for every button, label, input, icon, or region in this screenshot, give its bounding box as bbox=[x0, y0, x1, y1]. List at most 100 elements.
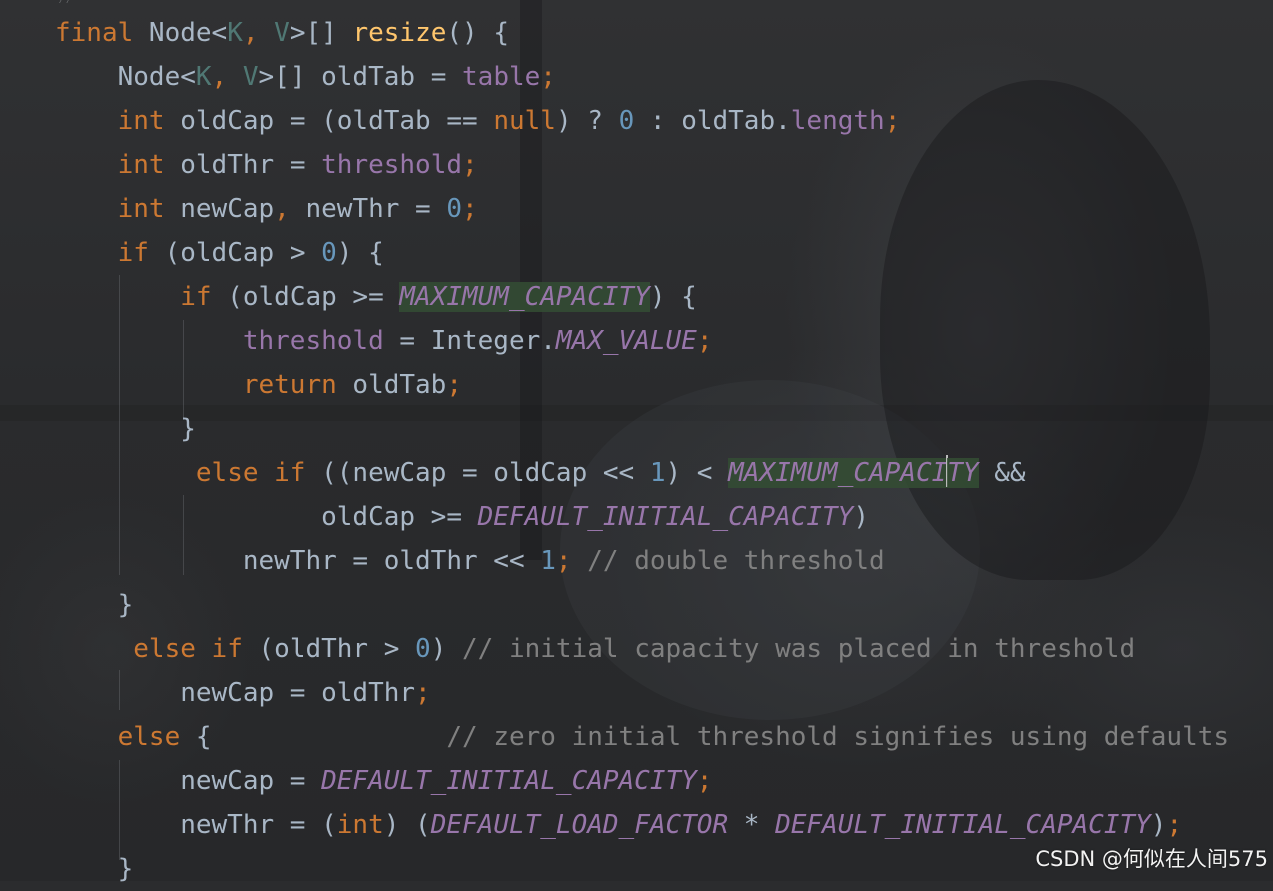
code-token: ; bbox=[462, 194, 478, 224]
code-token: 0 bbox=[321, 238, 337, 268]
code-token: if bbox=[117, 238, 149, 268]
code-token: int bbox=[336, 810, 384, 840]
code-line[interactable]: return oldTab; bbox=[55, 363, 462, 407]
code-token: ) < bbox=[665, 458, 729, 488]
code-token: else bbox=[117, 722, 181, 752]
code-token: MAXIMUM_CAPACI bbox=[728, 458, 948, 488]
code-token: ; bbox=[446, 370, 462, 400]
code-token: final bbox=[55, 18, 134, 48]
code-line[interactable]: oldCap >= DEFAULT_INITIAL_CAPACITY) bbox=[55, 495, 869, 539]
code-token: null bbox=[493, 106, 556, 136]
code-line[interactable]: else if (oldThr > 0) // initial capacity… bbox=[55, 627, 1135, 671]
code-token: ; bbox=[696, 326, 713, 356]
code-line[interactable]: Node<K, V>[] oldTab = table; bbox=[55, 55, 556, 99]
code-token: DEFAULT_LOAD_FACTOR bbox=[430, 810, 729, 840]
fold-marker-icon[interactable]: ⁄⁄ bbox=[58, 0, 80, 6]
code-token: ((newCap = oldCap << bbox=[305, 458, 650, 488]
code-line[interactable]: newCap = DEFAULT_INITIAL_CAPACITY; bbox=[55, 759, 712, 803]
csdn-watermark: CSDN @何似在人间575 bbox=[1035, 847, 1268, 871]
code-token: int bbox=[117, 106, 165, 136]
code-line[interactable]: if (oldCap >= MAXIMUM_CAPACITY) { bbox=[55, 275, 697, 319]
code-token: V bbox=[274, 18, 290, 48]
code-token: ; bbox=[415, 678, 431, 708]
code-token: DEFAULT_INITIAL_CAPACITY bbox=[321, 766, 697, 796]
code-token: newCap = bbox=[55, 766, 322, 796]
code-token: ; bbox=[555, 546, 588, 576]
code-token: , bbox=[242, 18, 275, 48]
code-line[interactable]: newThr = (int) (DEFAULT_LOAD_FACTOR * DE… bbox=[55, 803, 1182, 847]
code-token: Node< bbox=[133, 18, 228, 48]
code-token: , bbox=[211, 62, 243, 92]
code-token: length bbox=[790, 106, 885, 136]
code-line[interactable]: else if ((newCap = oldCap << 1) < MAXIMU… bbox=[55, 451, 1026, 495]
code-token: () { bbox=[446, 18, 509, 48]
code-token: // double threshold bbox=[587, 546, 885, 576]
code-token: ; bbox=[696, 766, 713, 796]
code-token: ) ? bbox=[555, 106, 619, 136]
code-token: { bbox=[180, 722, 447, 752]
code-token: newCap = oldThr bbox=[55, 678, 416, 708]
code-line[interactable]: } bbox=[55, 847, 134, 891]
code-line[interactable]: final Node<K, V>[] resize() { bbox=[55, 11, 509, 55]
code-token: 0 bbox=[446, 194, 463, 224]
code-line[interactable]: int oldCap = (oldTab == null) ? 0 : oldT… bbox=[55, 99, 901, 143]
code-token: } bbox=[55, 414, 196, 444]
code-token: if bbox=[180, 282, 212, 312]
code-token: int bbox=[117, 194, 165, 224]
code-line[interactable]: int oldThr = threshold; bbox=[55, 143, 478, 187]
code-line[interactable]: newCap = oldThr; bbox=[55, 671, 431, 715]
code-token: resize bbox=[352, 18, 447, 48]
code-token: (oldCap >= bbox=[211, 282, 400, 312]
code-token: ; bbox=[1166, 810, 1183, 840]
code-token: // initial capacity was placed in thresh… bbox=[462, 634, 1136, 664]
code-token: (oldCap > bbox=[148, 238, 322, 268]
code-token: else if bbox=[133, 634, 243, 664]
code-token: >[] oldTab = bbox=[258, 62, 463, 92]
code-token: oldCap >= bbox=[55, 502, 478, 532]
code-token: // zero initial threshold signifies usin… bbox=[446, 722, 1230, 752]
code-token: } bbox=[55, 590, 134, 620]
code-editor[interactable]: final Node<K, V>[] resize() { Node<K, V>… bbox=[0, 11, 1273, 884]
code-token: } bbox=[55, 854, 134, 884]
code-token: ) ( bbox=[383, 810, 431, 840]
code-token: ; bbox=[462, 150, 478, 180]
code-token: else if bbox=[195, 458, 306, 488]
code-token: 0 bbox=[415, 634, 431, 664]
code-token: : oldTab. bbox=[634, 106, 791, 136]
code-token: newThr = bbox=[289, 194, 447, 224]
code-token: DEFAULT_INITIAL_CAPACITY bbox=[477, 502, 854, 532]
code-token: ) { bbox=[336, 238, 384, 268]
code-line[interactable]: } bbox=[55, 407, 196, 451]
code-line[interactable]: else { // zero initial threshold signifi… bbox=[55, 715, 1229, 759]
code-line[interactable]: if (oldCap > 0) { bbox=[55, 231, 384, 275]
code-token: oldTab bbox=[336, 370, 447, 400]
code-token: ) bbox=[1150, 810, 1167, 840]
code-token: MAXIMUM_CAPACITY bbox=[399, 282, 650, 312]
code-line[interactable]: threshold = Integer.MAX_VALUE; bbox=[55, 319, 713, 363]
code-token: K bbox=[227, 18, 243, 48]
code-line[interactable]: newThr = oldThr << 1; // double threshol… bbox=[55, 539, 885, 583]
code-line[interactable]: int newCap, newThr = 0; bbox=[55, 187, 478, 231]
code-token: ; bbox=[540, 62, 556, 92]
code-token: threshold bbox=[242, 326, 384, 356]
code-token: * bbox=[728, 810, 776, 840]
code-token: newThr = oldThr << bbox=[55, 546, 541, 576]
code-token: K bbox=[195, 62, 212, 92]
code-token: return bbox=[242, 370, 337, 400]
code-token: ) { bbox=[649, 282, 697, 312]
code-token: (oldThr > bbox=[242, 634, 416, 664]
code-line[interactable]: } bbox=[55, 583, 134, 627]
code-token: 1 bbox=[649, 458, 666, 488]
code-token: int bbox=[117, 150, 165, 180]
code-token: table bbox=[462, 62, 541, 92]
code-token: oldCap = (oldTab == bbox=[164, 106, 494, 136]
code-token: ) bbox=[430, 634, 463, 664]
